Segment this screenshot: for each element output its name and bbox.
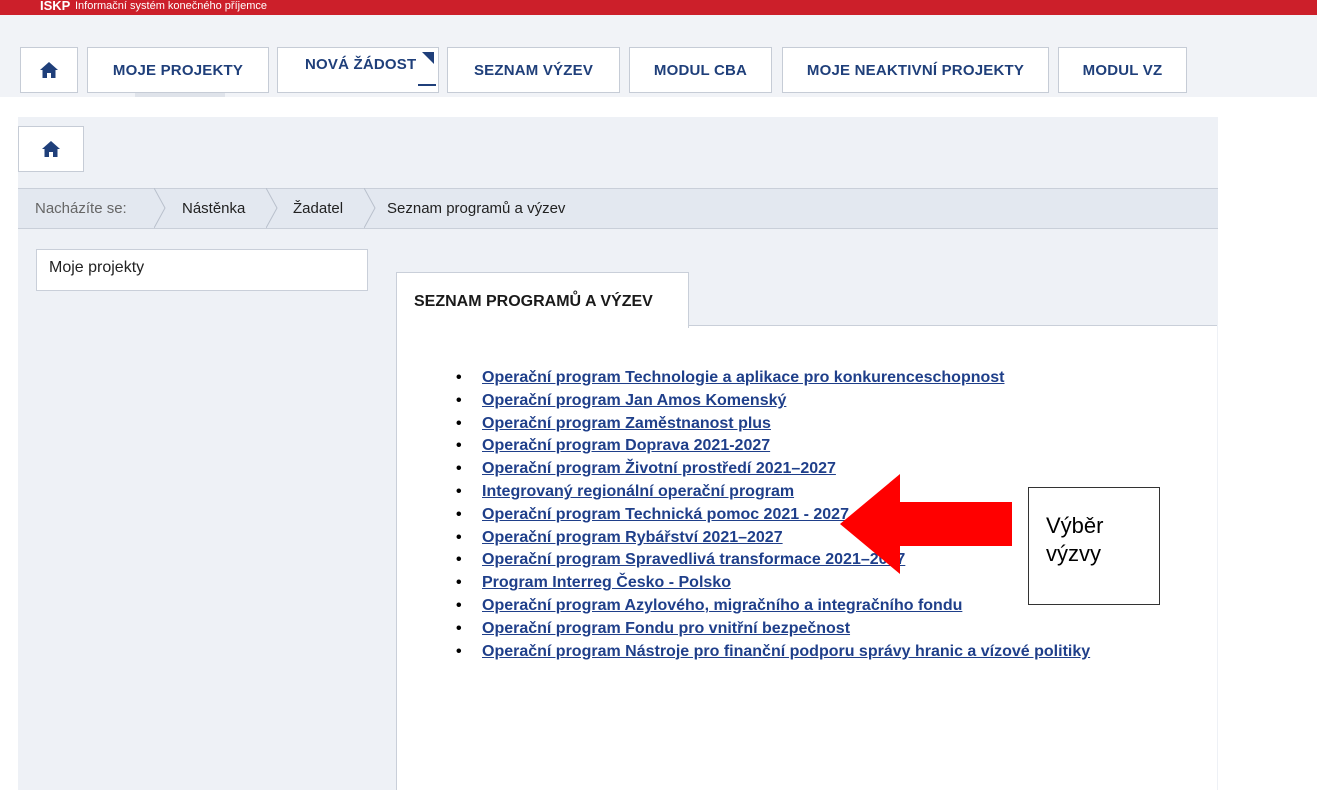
list-item: Operační program Technologie a aplikace … <box>450 367 1090 390</box>
breadcrumb-separator <box>154 188 166 229</box>
brand-subtitle: Informační systém konečného příjemce <box>75 0 267 12</box>
annotation-line-2: výzvy <box>1046 541 1101 566</box>
home-button-secondary[interactable] <box>18 126 84 172</box>
nav-moje-neaktivni-projekty[interactable]: MOJE NEAKTIVNÍ PROJEKTY <box>782 47 1049 93</box>
annotation-box: Výběr výzvy <box>1028 487 1160 605</box>
sidebar-item-moje-projekty[interactable]: Moje projekty <box>36 249 368 291</box>
list-item: Operační program Azylového, migračního a… <box>450 595 1090 618</box>
breadcrumb-prefix: Nacházíte se: <box>35 200 127 217</box>
nav-label: MODUL VZ <box>1082 61 1163 79</box>
nav-nova-zadost[interactable]: NOVÁ ŽÁDOST <box>277 47 439 93</box>
breadcrumb: Nacházíte se: Nástěnka Žadatel Seznam pr… <box>18 188 1218 229</box>
program-link[interactable]: Operační program Životní prostředí 2021–… <box>482 460 836 477</box>
nav-label: MODUL CBA <box>653 61 748 79</box>
program-link[interactable]: Operační program Rybářství 2021–2027 <box>482 529 783 546</box>
brand-logo: ISKP <box>40 0 71 13</box>
nav-label: MOJE PROJEKTY <box>112 61 244 79</box>
list-item: Operační program Jan Amos Komenský <box>450 390 1090 413</box>
breadcrumb-nastenka[interactable]: Nástěnka <box>182 200 245 217</box>
list-item: Operační program Doprava 2021-2027 <box>450 435 1090 458</box>
breadcrumb-separator <box>364 188 376 229</box>
nav-label: SEZNAM VÝZEV <box>473 61 594 79</box>
breadcrumb-zadatel[interactable]: Žadatel <box>293 200 343 217</box>
nav-tab-stub <box>135 93 225 97</box>
home-button[interactable] <box>20 47 78 93</box>
nav-modul-vz[interactable]: MODUL VZ <box>1058 47 1187 93</box>
nav-modul-cba[interactable]: MODUL CBA <box>629 47 772 93</box>
top-nav: MOJE PROJEKTY NOVÁ ŽÁDOST SEZNAM VÝZEV M… <box>0 15 1317 97</box>
red-arrow-icon <box>840 474 1012 574</box>
program-link[interactable]: Operační program Jan Amos Komenský <box>482 392 786 409</box>
tab-seznam-programu[interactable]: SEZNAM PROGRAMŮ A VÝZEV <box>396 272 689 328</box>
program-link[interactable]: Operační program Nástroje pro finanční p… <box>482 643 1090 660</box>
nav-label: MOJE NEAKTIVNÍ PROJEKTY <box>806 61 1025 79</box>
dropdown-underline <box>418 84 436 86</box>
program-link[interactable]: Program Interreg Česko - Polsko <box>482 574 731 591</box>
nav-label: NOVÁ ŽÁDOST <box>305 56 417 73</box>
home-icon <box>40 62 58 78</box>
program-link[interactable]: Integrovaný regionální operační program <box>482 483 794 500</box>
program-link[interactable]: Operační program Fondu pro vnitřní bezpe… <box>482 620 850 637</box>
header-bar: ISKP Informační systém konečného příjemc… <box>0 0 1317 15</box>
sub-header-panel: Nacházíte se: Nástěnka Žadatel Seznam pr… <box>18 117 1218 229</box>
sidebar-item-label: Moje projekty <box>49 259 145 276</box>
nav-moje-projekty[interactable]: MOJE PROJEKTY <box>87 47 269 93</box>
list-item: Operační program Nástroje pro finanční p… <box>450 641 1090 664</box>
program-link[interactable]: Operační program Technologie a aplikace … <box>482 369 1005 386</box>
list-item: Operační program Zaměstnanost plus <box>450 413 1090 436</box>
sidebar: Moje projekty <box>18 229 393 790</box>
dropdown-corner-icon <box>422 52 434 64</box>
program-link[interactable]: Operační program Zaměstnanost plus <box>482 415 771 432</box>
program-link[interactable]: Operační program Azylového, migračního a… <box>482 597 962 614</box>
tab-label: SEZNAM PROGRAMŮ A VÝZEV <box>414 293 653 310</box>
program-link[interactable]: Operační program Doprava 2021-2027 <box>482 437 770 454</box>
home-icon <box>42 141 60 157</box>
annotation-line-1: Výběr <box>1046 513 1104 538</box>
breadcrumb-current: Seznam programů a výzev <box>387 200 566 217</box>
nav-seznam-vyzev[interactable]: SEZNAM VÝZEV <box>447 47 620 93</box>
list-item: Program Interreg Česko - Polsko <box>450 572 1090 595</box>
breadcrumb-separator <box>266 188 278 229</box>
program-link[interactable]: Operační program Technická pomoc 2021 - … <box>482 506 849 523</box>
list-item: Operační program Fondu pro vnitřní bezpe… <box>450 618 1090 641</box>
